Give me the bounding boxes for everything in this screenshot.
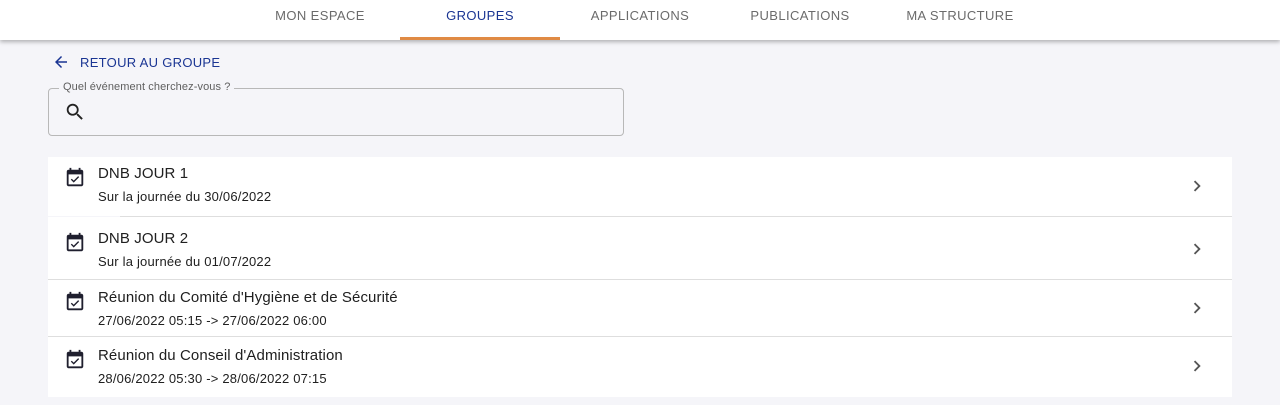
event-date: Sur la journée du 01/07/2022 <box>98 254 272 269</box>
search-input[interactable] <box>101 99 605 127</box>
calendar-check-icon <box>66 232 84 252</box>
calendar-check-icon <box>66 291 84 311</box>
event-title: DNB JOUR 2 <box>98 230 189 247</box>
search-icon <box>66 103 83 120</box>
event-date: 28/06/2022 05:30 -> 28/06/2022 07:15 <box>98 371 327 386</box>
tab-applications[interactable]: APPLICATIONS <box>560 0 720 40</box>
event-list-item[interactable]: Réunion du Conseil d'Administration 28/0… <box>48 337 1232 397</box>
event-date: Sur la journée du 30/06/2022 <box>98 189 272 204</box>
calendar-check-icon <box>66 167 84 187</box>
event-title: Réunion du Conseil d'Administration <box>98 347 343 364</box>
back-to-group-link[interactable]: RETOUR AU GROUPE <box>52 52 220 72</box>
tab-ma-structure[interactable]: MA STRUCTURE <box>880 0 1040 40</box>
chevron-right-icon <box>1193 360 1201 372</box>
top-navigation: MON ESPACE GROUPES APPLICATIONS PUBLICAT… <box>0 0 1280 40</box>
chevron-right-icon <box>1193 243 1201 255</box>
event-title: Réunion du Comité d'Hygiène et de Sécuri… <box>98 289 398 306</box>
event-list-item[interactable]: DNB JOUR 1 Sur la journée du 30/06/2022 <box>48 157 1232 216</box>
calendar-check-icon <box>66 349 84 369</box>
event-search-field[interactable]: Quel événement cherchez-vous ? <box>48 81 624 136</box>
chevron-right-icon <box>1193 302 1201 314</box>
tab-groupes[interactable]: GROUPES <box>400 0 560 40</box>
event-date: 27/06/2022 05:15 -> 27/06/2022 06:00 <box>98 313 327 328</box>
arrow-left-icon <box>55 56 67 68</box>
back-link-label: RETOUR AU GROUPE <box>80 54 221 70</box>
chevron-right-icon <box>1193 180 1201 192</box>
event-list-item[interactable]: Réunion du Comité d'Hygiène et de Sécuri… <box>48 280 1232 336</box>
event-list-item[interactable]: DNB JOUR 2 Sur la journée du 01/07/2022 <box>48 217 1232 279</box>
tab-mon-espace[interactable]: MON ESPACE <box>240 0 400 40</box>
tab-publications[interactable]: PUBLICATIONS <box>720 0 880 40</box>
search-field-label: Quel événement cherchez-vous ? <box>59 81 235 93</box>
event-title: DNB JOUR 1 <box>98 165 189 182</box>
